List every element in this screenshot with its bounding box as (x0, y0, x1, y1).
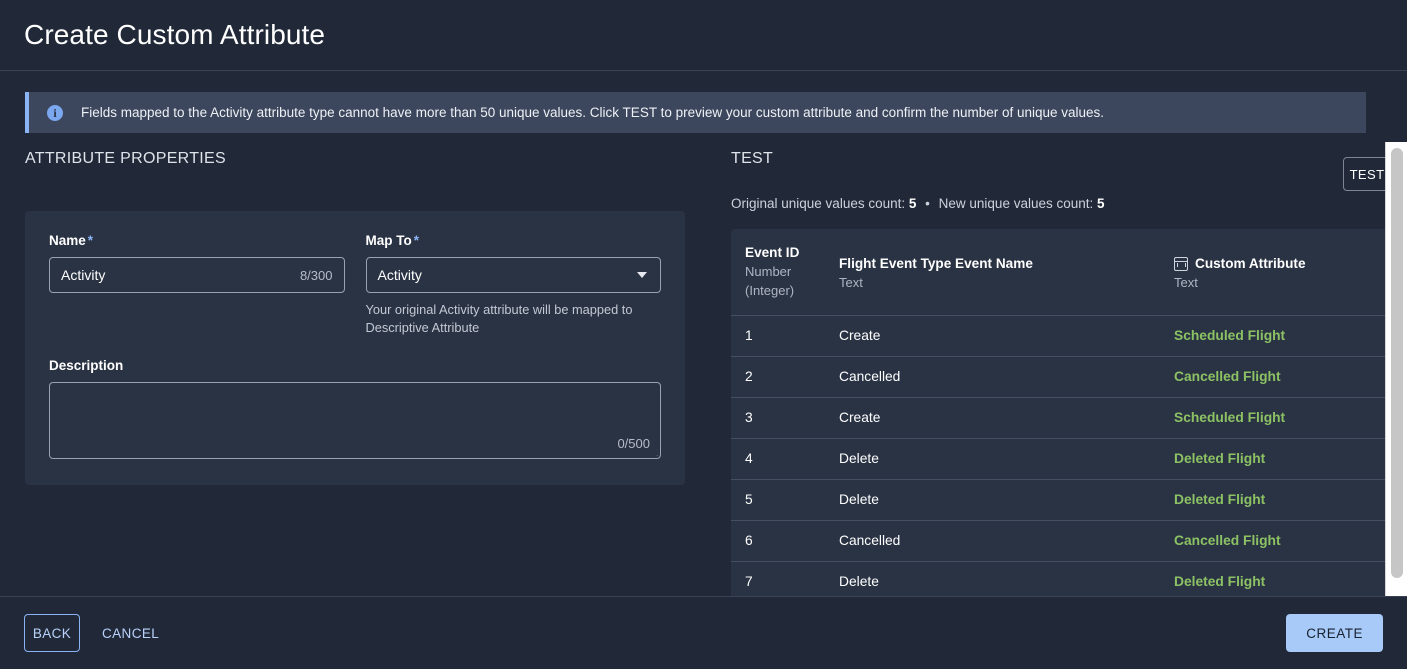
attribute-properties-column: ATTRIBUTE PROPERTIES Name * Activity 8/30… (25, 150, 708, 596)
table-grid-icon (1174, 256, 1188, 271)
map-to-helper-text: Your original Activity attribute will be… (365, 302, 633, 335)
cell-event-name: Delete (839, 574, 879, 590)
test-column: TEST TEST Original unique values count: … (708, 150, 1391, 596)
original-count-label: Original unique values count: (731, 196, 906, 211)
cell-event-id: 2 (745, 369, 753, 385)
cell-custom-attribute: Deleted Flight (1174, 574, 1266, 590)
cell-event-id: 4 (745, 451, 753, 467)
resize-handle-icon[interactable] (648, 446, 658, 456)
column-type-custom-attribute: Text (1174, 275, 1198, 290)
map-to-label: Map To * (365, 233, 420, 248)
table-row: 5 Delete Deleted Flight (731, 478, 1391, 520)
description-label: Description (49, 358, 124, 374)
map-to-required-marker: * (413, 233, 420, 248)
attribute-properties-heading: ATTRIBUTE PROPERTIES (25, 150, 226, 167)
vertical-scrollbar[interactable] (1385, 142, 1407, 596)
table-header-row: Event ID Number (Integer) Flight Event Ty… (731, 229, 1391, 315)
unique-values-counts: Original unique values count: 5 • New un… (731, 196, 1391, 211)
map-to-selected-value: Activity (377, 267, 422, 283)
new-count-label: New unique values count: (938, 196, 1094, 211)
column-header-event-id: Event ID Number (Integer) (731, 245, 839, 301)
cell-custom-attribute: Cancelled Flight (1174, 533, 1281, 549)
column-header-event-name: Flight Event Type Event Name Text (839, 245, 1174, 293)
cell-event-name: Cancelled (839, 533, 901, 549)
cell-custom-attribute: Scheduled Flight (1174, 410, 1286, 426)
table-row: 2 Cancelled Cancelled Flight (731, 355, 1391, 397)
cell-event-id: 5 (745, 492, 753, 508)
dialog-header: Create Custom Attribute (0, 0, 1407, 71)
original-count-value: 5 (908, 196, 917, 211)
cell-custom-attribute: Deleted Flight (1174, 451, 1266, 467)
info-banner: i Fields mapped to the Activity attribut… (25, 92, 1366, 133)
info-circle-icon: i (47, 104, 63, 121)
attribute-properties-card: Name* Activity 8/300 Map To* Activity (25, 211, 685, 486)
create-button[interactable]: CREATE (1286, 614, 1383, 652)
cell-event-id: 7 (745, 574, 753, 590)
table-row: 6 Cancelled Cancelled Flight (731, 519, 1391, 561)
map-to-field-group: Map To * Activity Your original Activity … (365, 233, 661, 336)
column-type-event-name: Text (839, 275, 863, 290)
info-banner-text: Fields mapped to the Activity attribute … (81, 105, 1105, 120)
create-custom-attribute-dialog: Create Custom Attribute i Fields mapped … (0, 0, 1407, 669)
cell-custom-attribute: Scheduled Flight (1174, 328, 1286, 344)
cell-event-id: 6 (745, 533, 753, 549)
cell-event-name: Cancelled (839, 369, 901, 385)
dialog-footer: BACK CANCEL CREATE (0, 596, 1407, 669)
test-preview-table: Event ID Number (Integer) Flight Event Ty… (731, 229, 1391, 596)
name-input-value: Activity (61, 267, 106, 283)
name-char-counter: 8/300 (299, 267, 333, 283)
column-type-event-id: Number (Integer) (745, 264, 795, 298)
cell-custom-attribute: Cancelled Flight (1174, 369, 1281, 385)
name-label: Name * (49, 233, 94, 248)
description-textarea[interactable]: 0/500 (49, 382, 661, 460)
table-row: 1 Create Scheduled Flight (731, 314, 1391, 356)
counts-separator: • (925, 196, 930, 211)
chevron-down-icon (637, 272, 647, 278)
name-input[interactable]: Activity 8/300 (49, 257, 345, 293)
cell-event-name: Delete (839, 492, 879, 508)
test-heading: TEST (731, 150, 774, 167)
table-row: 4 Delete Deleted Flight (731, 437, 1391, 479)
cell-event-name: Delete (839, 451, 879, 467)
map-to-select[interactable]: Activity (365, 257, 661, 293)
table-row: 3 Create Scheduled Flight (731, 396, 1391, 438)
scrollbar-thumb[interactable] (1391, 148, 1403, 578)
cell-event-name: Create (839, 410, 881, 426)
name-required-marker: * (87, 233, 94, 248)
description-field-group: Description 0/500 (49, 358, 661, 460)
cancel-button[interactable]: CANCEL (96, 618, 165, 649)
cell-event-id: 3 (745, 410, 753, 426)
back-button[interactable]: BACK (24, 614, 80, 652)
cell-event-id: 1 (745, 328, 753, 344)
dialog-body: i Fields mapped to the Activity attribut… (0, 71, 1407, 596)
cell-event-name: Create (839, 328, 881, 344)
test-button[interactable]: TEST (1343, 157, 1391, 191)
description-char-counter: 0/500 (617, 436, 650, 452)
column-header-custom-attribute: Custom Attribute Text (1174, 245, 1391, 293)
cell-custom-attribute: Deleted Flight (1174, 492, 1266, 508)
new-count-value: 5 (1097, 196, 1105, 211)
page-title: Create Custom Attribute (24, 19, 326, 50)
name-field-group: Name * Activity 8/300 (49, 233, 345, 336)
table-row: 7 Delete Deleted Flight (731, 560, 1391, 596)
